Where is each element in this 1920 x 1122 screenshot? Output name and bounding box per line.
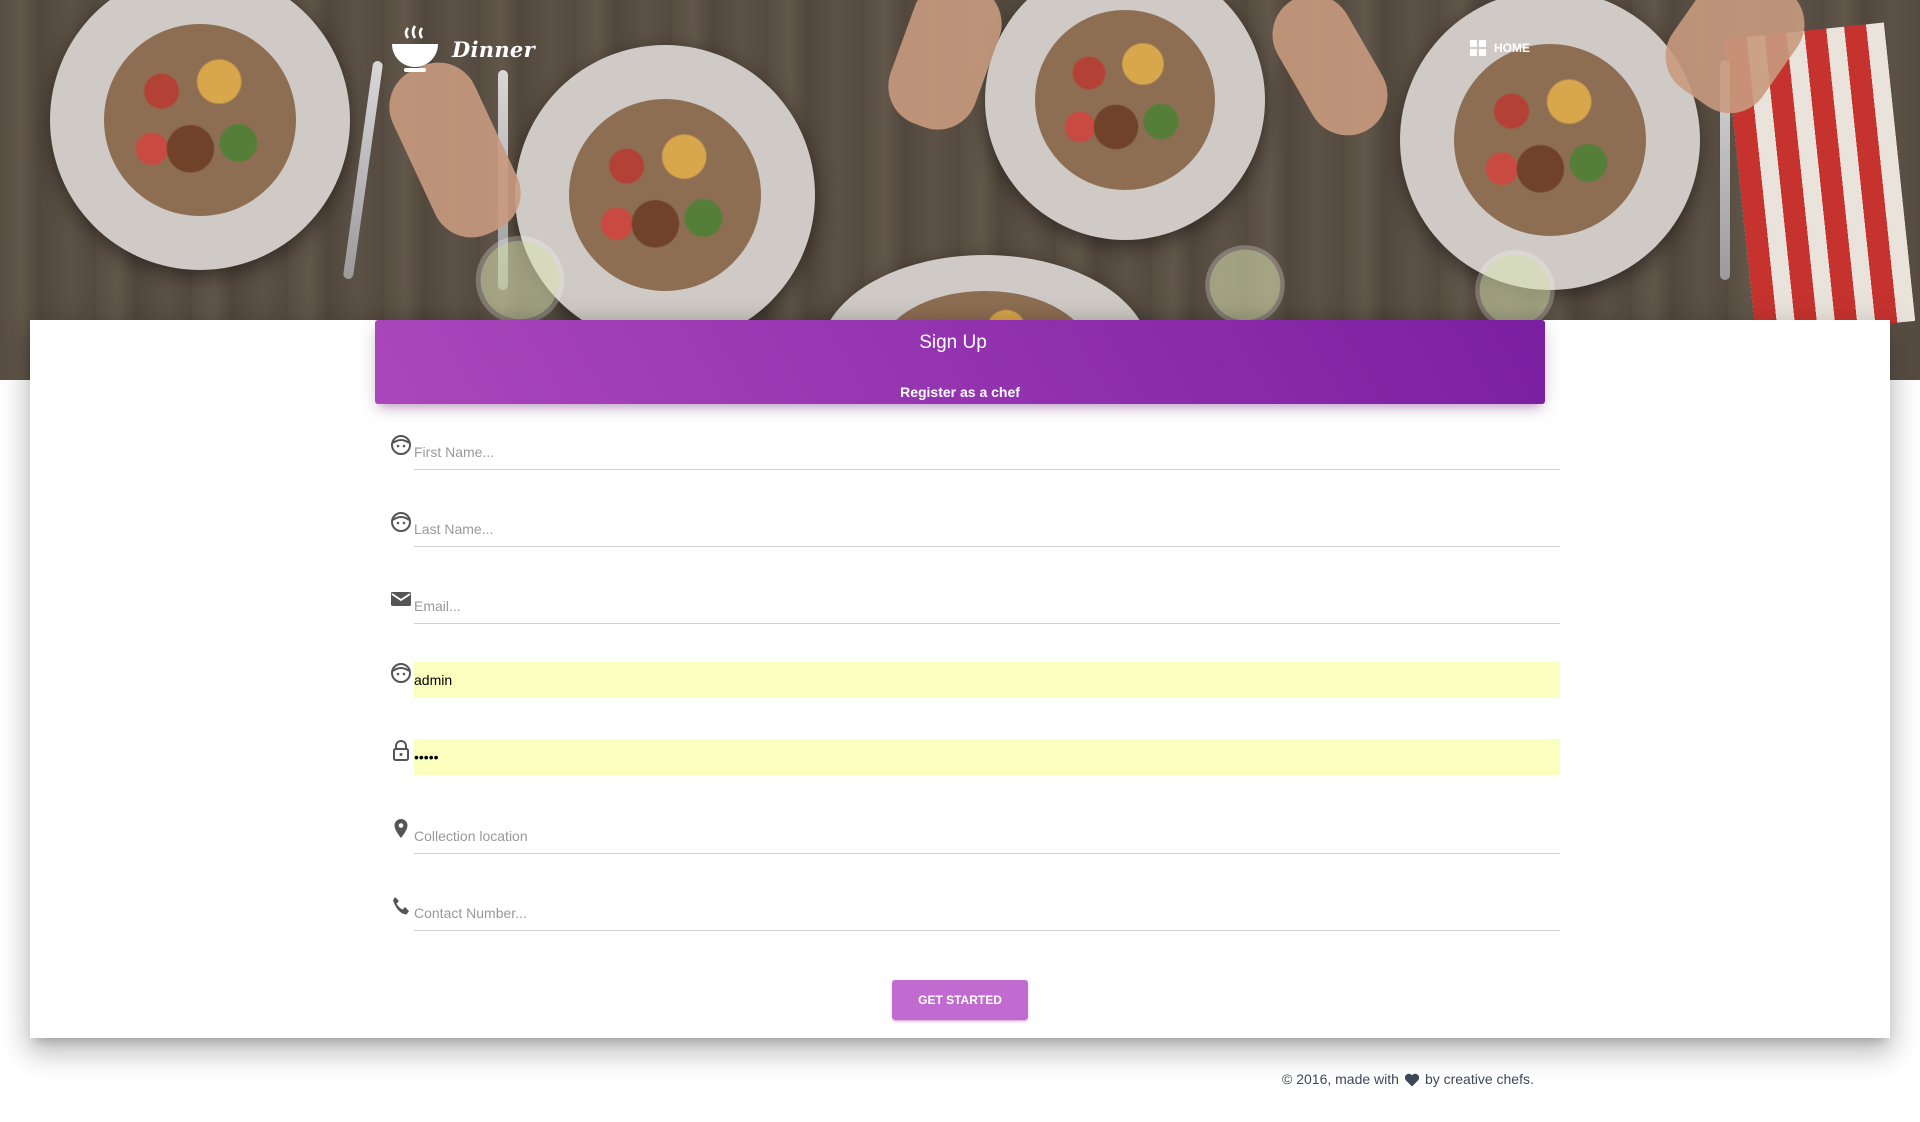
- face-icon: [391, 435, 411, 455]
- email-icon: [391, 592, 411, 606]
- face-icon: [391, 512, 411, 532]
- password-row: [390, 739, 1560, 775]
- contact-row: [390, 895, 1560, 931]
- card-subtitle: Register as a chef: [900, 384, 1020, 400]
- location-row: [390, 818, 1560, 854]
- last-name-input[interactable]: [414, 511, 1560, 547]
- footer-credit: © 2016, made with by creative chefs.: [1282, 1071, 1534, 1087]
- location-pin-icon: [394, 819, 408, 838]
- first-name-input[interactable]: [414, 434, 1560, 470]
- email-input[interactable]: [414, 588, 1560, 624]
- username-row: [390, 662, 1560, 698]
- contact-number-input[interactable]: [414, 895, 1560, 931]
- brand-logo[interactable]: Dinner: [388, 22, 535, 76]
- soup-bowl-icon: [392, 25, 438, 72]
- card-title: Sign Up: [919, 332, 987, 353]
- face-icon: [391, 663, 411, 683]
- first-name-row: [390, 434, 1560, 470]
- last-name-row: [390, 511, 1560, 547]
- location-input[interactable]: [414, 818, 1560, 854]
- footer-suffix: by creative chefs.: [1424, 1071, 1534, 1087]
- card-header: Sign Up Register as a chef: [375, 320, 1545, 404]
- get-started-button[interactable]: GET STARTED: [892, 980, 1028, 1020]
- dashboard-icon: [1470, 40, 1486, 56]
- brand-name: Dinner: [452, 36, 535, 62]
- footer-prefix: © 2016, made with: [1282, 1071, 1399, 1087]
- phone-icon: [393, 897, 409, 915]
- heart-icon: [1404, 1073, 1420, 1086]
- password-input[interactable]: [414, 739, 1560, 775]
- email-row: [390, 588, 1560, 624]
- nav-home-label: HOME: [1494, 41, 1530, 55]
- nav-home-link[interactable]: HOME: [1470, 40, 1530, 56]
- lock-icon: [393, 740, 409, 761]
- username-input[interactable]: [414, 662, 1560, 698]
